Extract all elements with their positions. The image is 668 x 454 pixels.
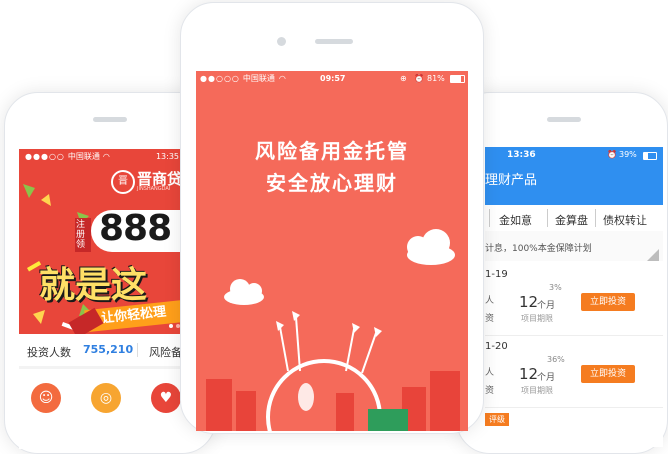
product-tabs: 金如意 金算盘 债权转让 [485,205,663,232]
green-building [368,409,408,431]
product-term-value: 12 [519,365,539,383]
product-left-label: 资 [485,314,495,324]
user-icon[interactable]: ☺ [31,383,61,413]
product-card[interactable]: 1-20 人 资 36% 12 个月 项目期限 立即投资 [485,337,663,408]
front-camera [277,37,286,46]
products-header: 13:36 ⏰ 39% 理财产品 [485,147,663,205]
product-term-label: 项目期限 [521,314,553,323]
signal-dots-icon: ●●●○○ [25,152,65,161]
product-rate: 3% [549,283,562,292]
product-date: 1-19 [485,269,508,280]
feature-grid: ☺ ◎ ♥ [19,369,193,449]
tab-jinsuanpan[interactable]: 金算盘 [555,212,588,228]
product-term-unit: 个月 [537,373,556,383]
center-status-bar: ●●○○○ 中国联通 ◠ 09:57 ⊕ ⏰ 81% [196,71,468,86]
investor-count-label: 投资人数 [27,346,71,359]
status-time: 13:35 [155,152,179,161]
arrows [279,316,377,374]
notice-bar: 计息，100%本金保障计划 [485,231,663,261]
coin-icon[interactable]: ◎ [91,383,121,413]
product-term-value: 12 [519,293,539,311]
page-title: 理财产品 [485,173,538,188]
logo-subtext: JINSHANGDAI [137,186,171,192]
splash-screen: ●●○○○ 中国联通 ◠ 09:57 ⊕ ⏰ 81% 风险备用金托管 安全放心理… [196,71,468,431]
tab-jinruyi[interactable]: 金如意 [499,212,532,228]
wifi-icon: ◠ [278,74,286,83]
right-phone-screen: 13:36 ⏰ 39% 理财产品 金如意 金算盘 债权转让 计息，100%本金保… [485,147,663,447]
logo-icon: 晋 [111,170,135,194]
wifi-icon: ◠ [102,152,110,161]
battery-percent: 39% [619,150,637,159]
register-tag: 注册领 [75,218,91,252]
banner-slogan: 就是这 [39,265,148,306]
stats-divider [137,343,138,357]
product-rate-prefix: 人 [485,296,495,306]
stats-bar: 投资人数 755,210 风险备 [19,334,193,366]
city-illustration [206,229,460,431]
product-term-unit: 个月 [537,301,556,311]
product-card[interactable]: 1-19 人 资 3% 12 个月 项目期限 立即投资 [485,265,663,336]
status-time: 13:36 [507,150,536,160]
rating-tag: 评级 [485,413,509,426]
product-rate-prefix: 人 [485,368,495,378]
right-phone-speaker [547,117,581,122]
product-rate: 36% [547,355,565,364]
battery-icon [643,152,657,160]
invest-now-button[interactable]: 立即投资 [581,365,635,383]
arrow-feathers [276,311,382,337]
signal-dots-icon: ●●○○○ [200,74,240,83]
notice-text: 计息，100%本金保障计划 [485,244,592,254]
investor-count-value: 755,210 [83,343,134,356]
tab-debt-transfer[interactable]: 债权转让 [603,212,647,228]
left-phone-speaker [93,117,127,122]
center-phone-frame: ●●○○○ 中国联通 ◠ 09:57 ⊕ ⏰ 81% 风险备用金托管 安全放心理… [180,2,484,434]
product-date: 1-20 [485,341,508,352]
alarm-icon: ⏰ [607,150,617,159]
invest-now-button[interactable]: 立即投资 [581,293,635,311]
risk-reserve-label: 风险备 [149,346,182,359]
city-skyline [206,371,460,431]
headline-line-1: 风险备用金托管 [255,139,409,163]
handshake-icon[interactable]: ♥ [151,383,181,413]
product-term-label: 项目期限 [521,386,553,395]
headline-line-2: 安全放心理财 [266,171,398,195]
carrier-label: 中国联通 [67,152,100,161]
battery-icon [450,75,465,83]
notice-corner-icon[interactable] [647,249,659,261]
right-phone-frame: 13:36 ⏰ 39% 理财产品 金如意 金算盘 债权转让 计息，100%本金保… [456,92,668,454]
left-status-bar: ●●●○○ 中国联通 ◠ 13:35 [19,149,193,164]
center-phone-speaker [315,39,353,44]
carrier-label: 中国联通 [242,74,275,83]
left-phone-screen: ●●●○○ 中国联通 ◠ 13:35 晋 晋商贷 JINSHANGDAI 注册领… [19,149,193,449]
battery-percent: 81% [427,74,445,83]
lock-rotation-icon: ⊕ [400,74,407,83]
bonus-amount: 888 [99,208,172,249]
cloud-icon [224,229,455,305]
status-time: 09:57 [320,74,346,83]
alarm-icon: ⏰ [414,74,424,83]
promo-banner[interactable]: 晋 晋商贷 JINSHANGDAI 注册领 888 就是这 让你轻松理 [19,164,193,334]
product-left-label: 资 [485,386,495,396]
